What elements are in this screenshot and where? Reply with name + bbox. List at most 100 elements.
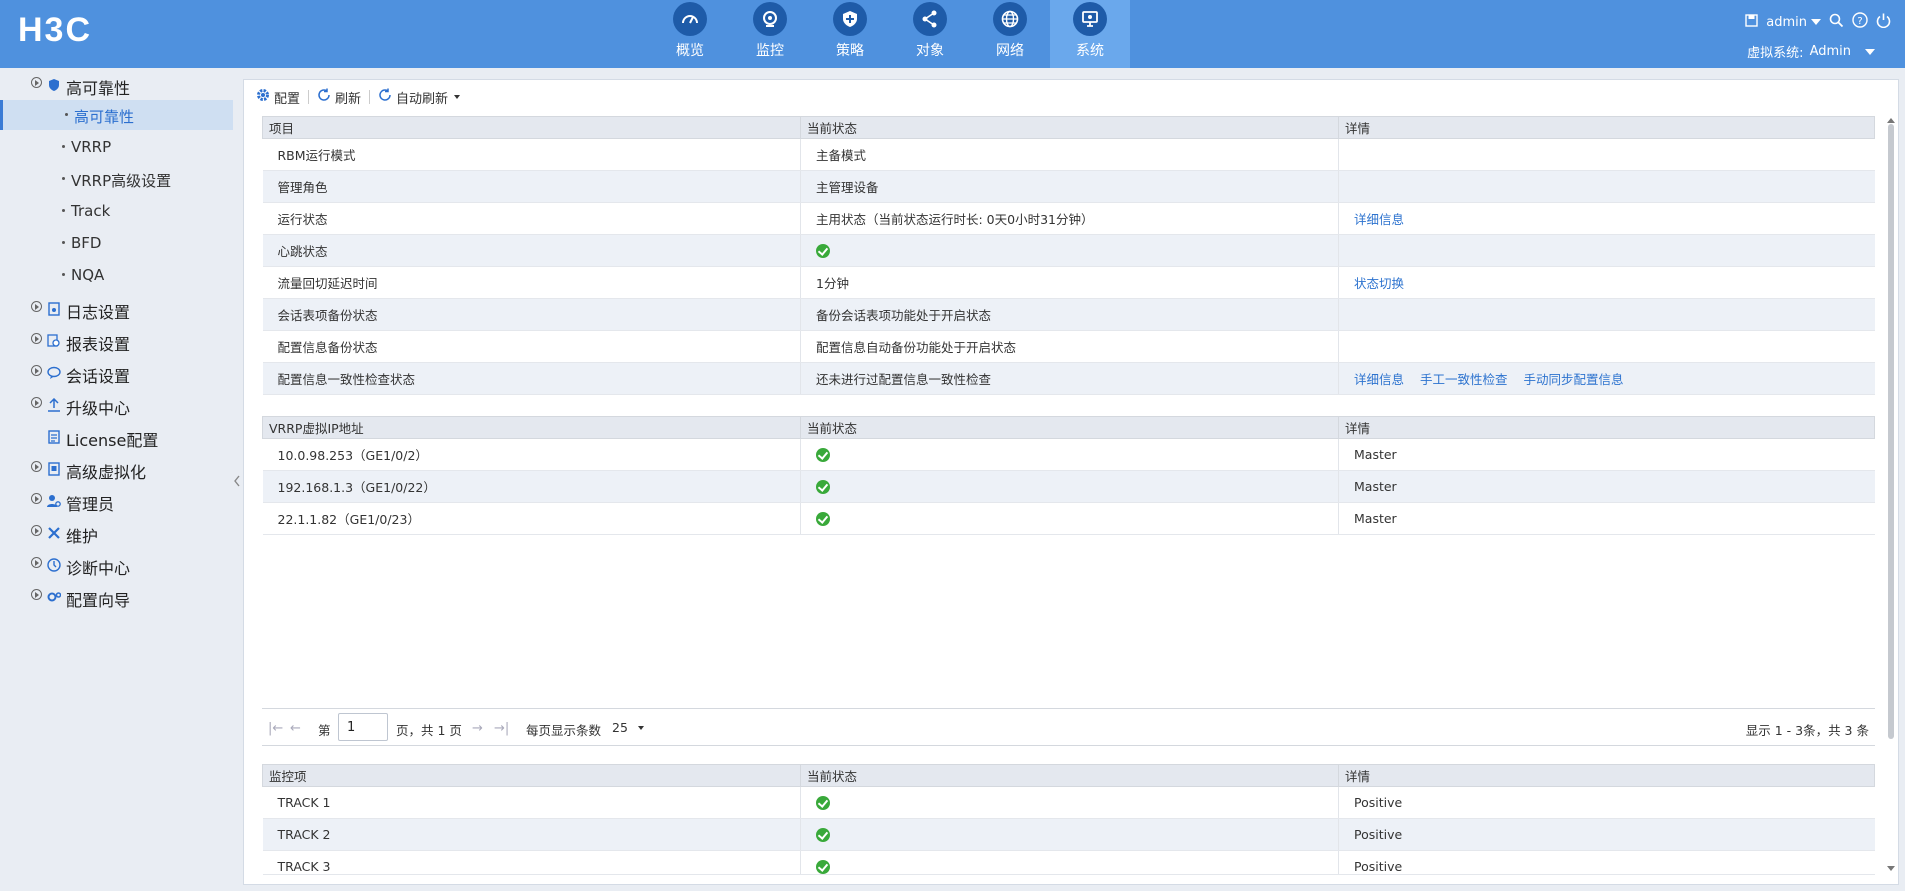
bullet xyxy=(62,177,65,180)
sidebar-item-vrrp[interactable]: VRRP xyxy=(0,132,233,162)
table-row: 会话表项备份状态 备份会话表项功能处于开启状态 xyxy=(262,298,1875,331)
status-cell xyxy=(800,850,1339,875)
sidebar-group-license[interactable]: License配置 xyxy=(0,422,233,452)
details-link[interactable]: 详细信息 xyxy=(1354,212,1404,227)
manual-check-link[interactable]: 手工一致性检查 xyxy=(1420,372,1508,387)
prev-page-icon[interactable]: ← xyxy=(290,721,301,736)
item-cell: 管理角色 xyxy=(262,170,801,203)
camera-icon xyxy=(753,2,787,36)
expand-icon[interactable] xyxy=(31,333,42,344)
table-row: RBM运行模式 主备模式 xyxy=(262,138,1875,171)
sidebar-group-report[interactable]: 报表设置 xyxy=(0,326,233,356)
table-row: TRACK 3 Positive xyxy=(262,850,1875,875)
nav-policy[interactable]: 策略 xyxy=(810,0,890,68)
expand-icon[interactable] xyxy=(31,461,42,472)
sidebar-group-maintenance[interactable]: 维护 xyxy=(0,518,233,548)
detail-cell: Positive xyxy=(1338,786,1875,819)
sidebar-collapse-handle[interactable] xyxy=(233,462,241,500)
nav-system[interactable]: 系统 xyxy=(1050,0,1130,68)
config-button[interactable]: 配置 xyxy=(256,88,308,107)
detail-cell xyxy=(1338,138,1875,171)
nav-label: 监控 xyxy=(756,43,784,59)
item-cell: TRACK 3 xyxy=(262,850,801,875)
bullet xyxy=(62,241,65,244)
expand-icon[interactable] xyxy=(31,397,42,408)
sidebar-group-wizard[interactable]: 配置向导 xyxy=(0,582,233,612)
status-cell: 主管理设备 xyxy=(800,170,1339,203)
refresh-button[interactable]: 刷新 xyxy=(309,88,369,107)
page-total: 页，共 1 页 xyxy=(396,723,462,738)
table-row: 配置信息备份状态 配置信息自动备份功能处于开启状态 xyxy=(262,330,1875,363)
vsys-selector[interactable]: 虚拟系统: Admin xyxy=(1747,42,1875,61)
details-link[interactable]: 详细信息 xyxy=(1354,372,1404,387)
sidebar-item-track[interactable]: Track xyxy=(0,196,233,226)
nav-object[interactable]: 对象 xyxy=(890,0,970,68)
refresh-label: 刷新 xyxy=(335,91,362,107)
expand-icon[interactable] xyxy=(31,77,42,88)
page-number-input[interactable] xyxy=(338,713,388,741)
top-bar: H3C 概览 监控 策略 对象 网络 系统 admin ? 虚拟系统: Admi… xyxy=(0,0,1905,68)
next-page-icon[interactable]: → xyxy=(472,721,483,736)
last-page-icon[interactable]: →| xyxy=(494,721,509,736)
sidebar-item-ha[interactable]: 高可靠性 xyxy=(0,100,233,130)
expand-icon[interactable] xyxy=(31,525,42,536)
sidebar-group-label: 高可靠性 xyxy=(66,79,131,98)
item-cell: 流量回切延迟时间 xyxy=(262,266,801,299)
detail-cell: Positive xyxy=(1338,818,1875,851)
ip-cell: 192.168.1.3（GE1/0/22） xyxy=(262,470,801,503)
switch-state-link[interactable]: 状态切换 xyxy=(1354,276,1404,291)
expand-icon[interactable] xyxy=(31,557,42,568)
sidebar-item-nqa[interactable]: NQA xyxy=(0,260,233,290)
sidebar-item-vrrp-advanced[interactable]: VRRP高级设置 xyxy=(0,164,233,194)
sidebar-group-diagnostics[interactable]: 诊断中心 xyxy=(0,550,233,580)
sidebar-group-label: 管理员 xyxy=(66,495,115,514)
table-row: 配置信息一致性检查状态 还未进行过配置信息一致性检查 详细信息 手工一致性检查 … xyxy=(262,362,1875,395)
status-cell: 还未进行过配置信息一致性检查 xyxy=(800,362,1339,395)
auto-refresh-dropdown[interactable]: 自动刷新 xyxy=(370,88,468,107)
save-icon[interactable] xyxy=(1745,13,1758,31)
sidebar-group-label: 诊断中心 xyxy=(66,559,131,578)
column-header: 项目 xyxy=(262,116,801,139)
status-cell xyxy=(800,438,1339,471)
virtualization-icon xyxy=(47,461,61,476)
nav-label: 对象 xyxy=(916,43,944,59)
nav-label: 系统 xyxy=(1076,43,1104,59)
nav-monitor[interactable]: 监控 xyxy=(730,0,810,68)
nav-overview[interactable]: 概览 xyxy=(650,0,730,68)
expand-icon[interactable] xyxy=(31,589,42,600)
nav-network[interactable]: 网络 xyxy=(970,0,1050,68)
first-page-icon[interactable]: |← xyxy=(268,721,283,736)
search-icon[interactable] xyxy=(1829,13,1844,32)
per-page-select[interactable]: 25 xyxy=(612,720,644,735)
detail-cell: Master xyxy=(1338,470,1875,503)
detail-cell xyxy=(1338,298,1875,331)
gears-icon xyxy=(47,589,62,603)
sidebar-group-admin[interactable]: 管理员 xyxy=(0,486,233,516)
sidebar-group-log[interactable]: 日志设置 xyxy=(0,294,233,324)
user-menu[interactable]: admin xyxy=(1766,15,1821,30)
table-row: TRACK 1 Positive xyxy=(262,786,1875,819)
sidebar-group-ha[interactable]: 高可靠性 xyxy=(0,70,233,100)
expand-icon[interactable] xyxy=(31,365,42,376)
status-cell xyxy=(800,470,1339,503)
manual-sync-link[interactable]: 手动同步配置信息 xyxy=(1524,372,1624,387)
scroll-down-arrow[interactable] xyxy=(1886,862,1896,871)
column-header: 详情 xyxy=(1338,416,1875,439)
expand-icon[interactable] xyxy=(31,493,42,504)
sidebar-item-label: BFD xyxy=(71,234,102,252)
sidebar-group-label: 升级中心 xyxy=(66,399,131,418)
sidebar-item-bfd[interactable]: BFD xyxy=(0,228,233,258)
sidebar-group-session[interactable]: 会话设置 xyxy=(0,358,233,388)
scroll-up-arrow[interactable] xyxy=(1886,113,1896,123)
status-cell xyxy=(800,786,1339,819)
help-icon[interactable]: ? xyxy=(1852,12,1868,32)
bullet xyxy=(62,273,65,276)
scrollbar-thumb[interactable] xyxy=(1888,124,1894,739)
logout-icon[interactable] xyxy=(1876,13,1891,32)
detail-cell xyxy=(1338,330,1875,363)
sidebar-group-virtualization[interactable]: 高级虚拟化 xyxy=(0,454,233,484)
detail-cell xyxy=(1338,234,1875,267)
sidebar-group-upgrade[interactable]: 升级中心 xyxy=(0,390,233,420)
vrrp-table: VRRP虚拟IP地址 当前状态 详情 10.0.98.253（GE1/0/2） … xyxy=(262,416,1875,535)
expand-icon[interactable] xyxy=(31,301,42,312)
